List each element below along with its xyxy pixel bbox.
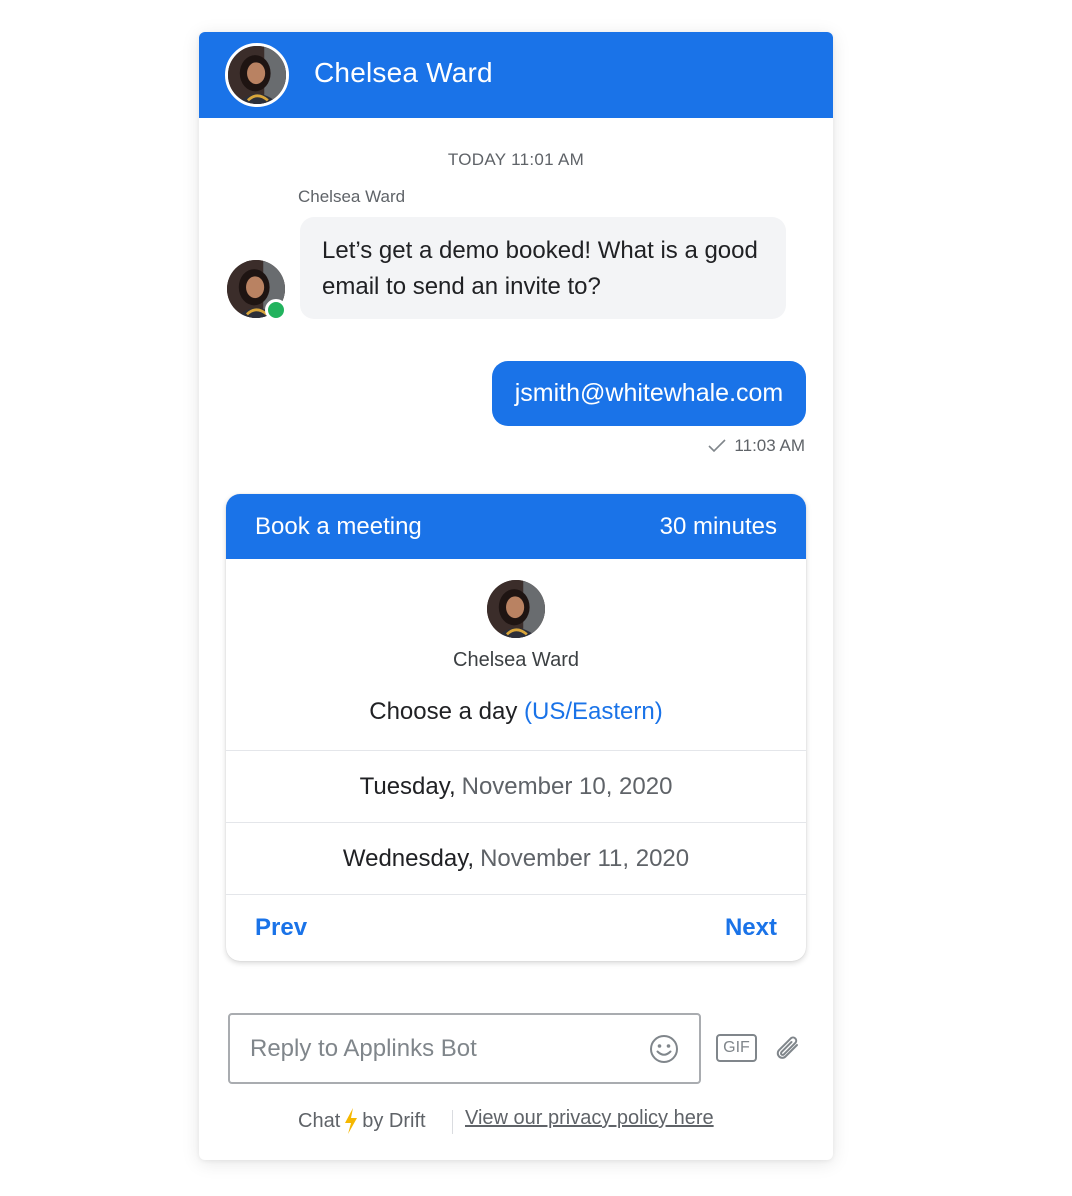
sender-name: Chelsea Ward: [298, 187, 406, 206]
day-option[interactable]: Wednesday, November 11, 2020: [226, 822, 806, 894]
meeting-duration: 30 minutes: [659, 512, 777, 540]
header-title: Chelsea Ward: [314, 57, 493, 88]
host-name: Chelsea Ward: [453, 649, 579, 671]
check-icon: [708, 439, 726, 453]
choose-day-label: Choose a day (US/Eastern): [226, 698, 806, 726]
timezone-link[interactable]: (US/Eastern): [524, 698, 663, 725]
day-weekday: Tuesday,: [359, 772, 456, 800]
online-status-dot: [265, 299, 287, 321]
meeting-card-title: Book a meeting: [255, 512, 422, 540]
agent-avatar: [225, 43, 289, 107]
drift-brand[interactable]: Chat by Drift: [298, 1107, 426, 1135]
outgoing-message-bubble: jsmith@whitewhale.com: [492, 361, 806, 426]
lightning-bolt-icon: [343, 1107, 359, 1135]
reply-input[interactable]: [250, 1034, 630, 1063]
privacy-policy-link[interactable]: View our privacy policy here: [465, 1107, 714, 1130]
meeting-booking-card: Book a meeting 30 minutes Chelsea Ward C…: [226, 494, 806, 961]
host-avatar: [487, 580, 545, 638]
footer-divider: [452, 1110, 453, 1134]
day-option[interactable]: Tuesday, November 10, 2020: [226, 750, 806, 822]
next-button[interactable]: Next: [725, 914, 777, 942]
meeting-card-header: Book a meeting 30 minutes: [226, 494, 806, 559]
chat-widget: Chelsea Ward TODAY 11:01 AM Chelsea Ward…: [199, 32, 833, 1160]
avatar-portrait: [487, 580, 545, 638]
attachment-icon[interactable]: [770, 1031, 806, 1067]
day-weekday: Wednesday,: [342, 844, 475, 872]
choose-day-text: Choose a day: [369, 698, 518, 725]
day-pager: Prev Next: [226, 894, 806, 961]
chat-header: Chelsea Ward: [199, 32, 833, 118]
day-date: November 11, 2020: [480, 844, 690, 872]
widget-footer: Chat by Drift View our privacy policy he…: [199, 1107, 833, 1137]
avatar-portrait: [228, 46, 286, 104]
message-status: 11:03 AM: [708, 436, 805, 456]
prev-button[interactable]: Prev: [255, 914, 307, 942]
brand-prefix: Chat: [298, 1109, 341, 1132]
reply-box: [228, 1013, 701, 1084]
day-date: November 10, 2020: [461, 772, 673, 800]
sent-time: 11:03 AM: [734, 436, 805, 455]
gif-icon[interactable]: GIF: [716, 1034, 757, 1062]
brand-suffix: by Drift: [362, 1109, 426, 1132]
conversation-timestamp: TODAY 11:01 AM: [447, 150, 585, 169]
emoji-icon[interactable]: [649, 1034, 679, 1064]
incoming-message-bubble: Let’s get a demo booked! What is a good …: [300, 217, 786, 319]
